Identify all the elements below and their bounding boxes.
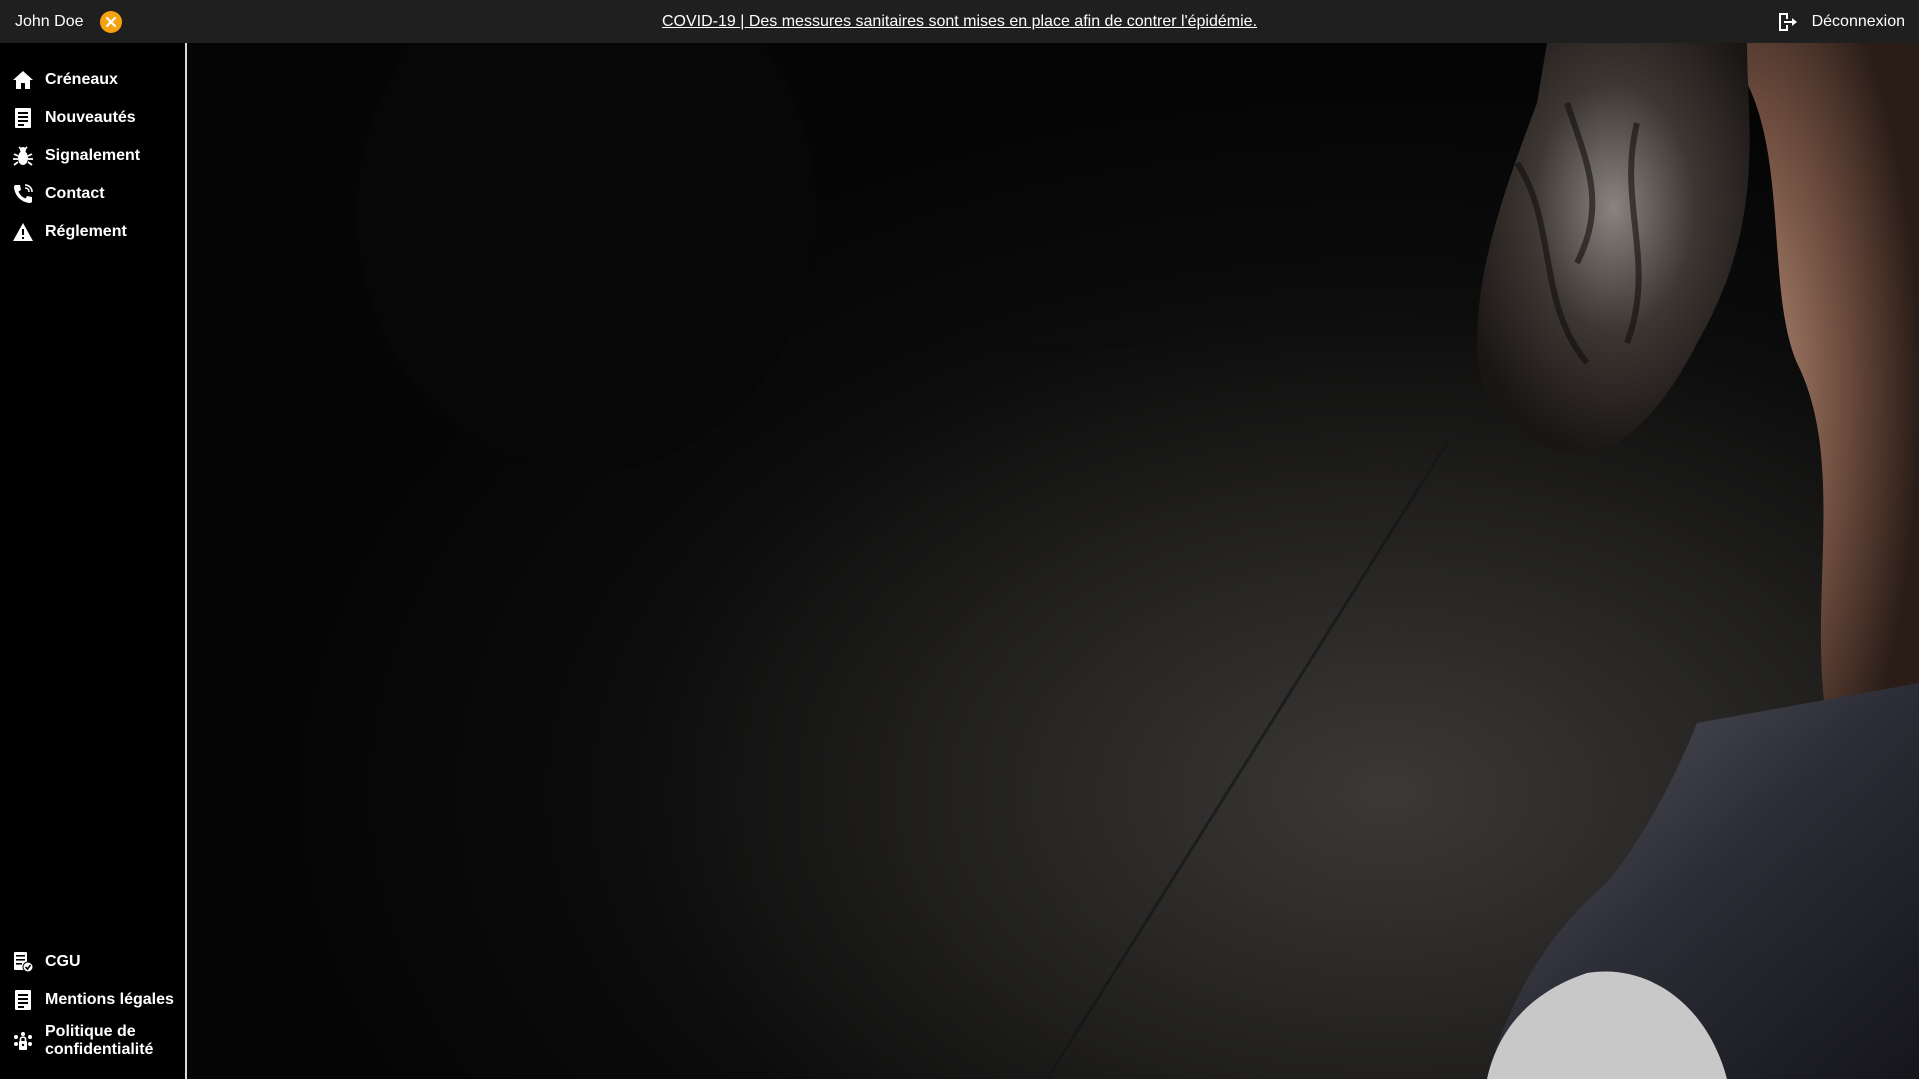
sidebar-item-label: Signalement — [45, 147, 141, 164]
top-bar: COVID-19 | Des messures sanitaires sont … — [0, 0, 1919, 43]
document-icon — [12, 989, 34, 1011]
sidebar-item-label: Politique de confidentialité — [45, 1023, 153, 1059]
privacy-label-line1: Politique de — [45, 1023, 136, 1040]
announcement-text[interactable]: COVID-19 | Des messures sanitaires sont … — [662, 13, 1257, 31]
hero-background-image — [187, 43, 1919, 1079]
sidebar-item-label: Nouveautés — [45, 109, 136, 126]
phone-icon — [12, 183, 34, 205]
sidebar-item-contact[interactable]: Contact — [0, 175, 185, 213]
privacy-label-line2: confidentialité — [45, 1041, 154, 1058]
sidebar-item-label: Contact — [45, 185, 105, 202]
logout-label[interactable]: Déconnexion — [1812, 13, 1905, 31]
sidebar-main-nav: Créneaux Nouveautés Signalement Contact … — [0, 61, 185, 251]
privacy-icon — [12, 1030, 34, 1052]
sidebar-item-label: Réglement — [45, 223, 127, 240]
athlete-photo — [187, 43, 1919, 1079]
sidebar-item-nouveautes[interactable]: Nouveautés — [0, 99, 185, 137]
sidebar-item-label: CGU — [45, 953, 81, 970]
user-info: John Doe — [15, 0, 122, 43]
sidebar-legal-nav: CGU Mentions légales Politique de confid… — [0, 943, 185, 1063]
sidebar-item-privacy-policy[interactable]: Politique de confidentialité — [0, 1019, 185, 1063]
sidebar: Créneaux Nouveautés Signalement Contact … — [0, 43, 187, 1079]
sidebar-item-signalement[interactable]: Signalement — [0, 137, 185, 175]
covid-announcement-link[interactable]: COVID-19 | Des messures sanitaires sont … — [0, 0, 1919, 43]
sidebar-item-label: Créneaux — [45, 71, 118, 88]
home-icon — [12, 69, 34, 91]
news-icon — [12, 107, 34, 129]
sidebar-item-reglement[interactable]: Réglement — [0, 213, 185, 251]
logout-button[interactable]: Déconnexion — [1776, 0, 1905, 43]
warning-icon — [12, 221, 34, 243]
user-name: John Doe — [15, 12, 84, 30]
bug-icon — [12, 145, 34, 167]
logout-icon — [1776, 11, 1798, 33]
sidebar-item-mentions-legales[interactable]: Mentions légales — [0, 981, 185, 1019]
sidebar-item-cgu[interactable]: CGU — [0, 943, 185, 981]
document-check-icon — [12, 951, 34, 973]
close-icon[interactable] — [99, 10, 122, 33]
sidebar-item-creneaux[interactable]: Créneaux — [0, 61, 185, 99]
sidebar-item-label: Mentions légales — [45, 991, 174, 1008]
